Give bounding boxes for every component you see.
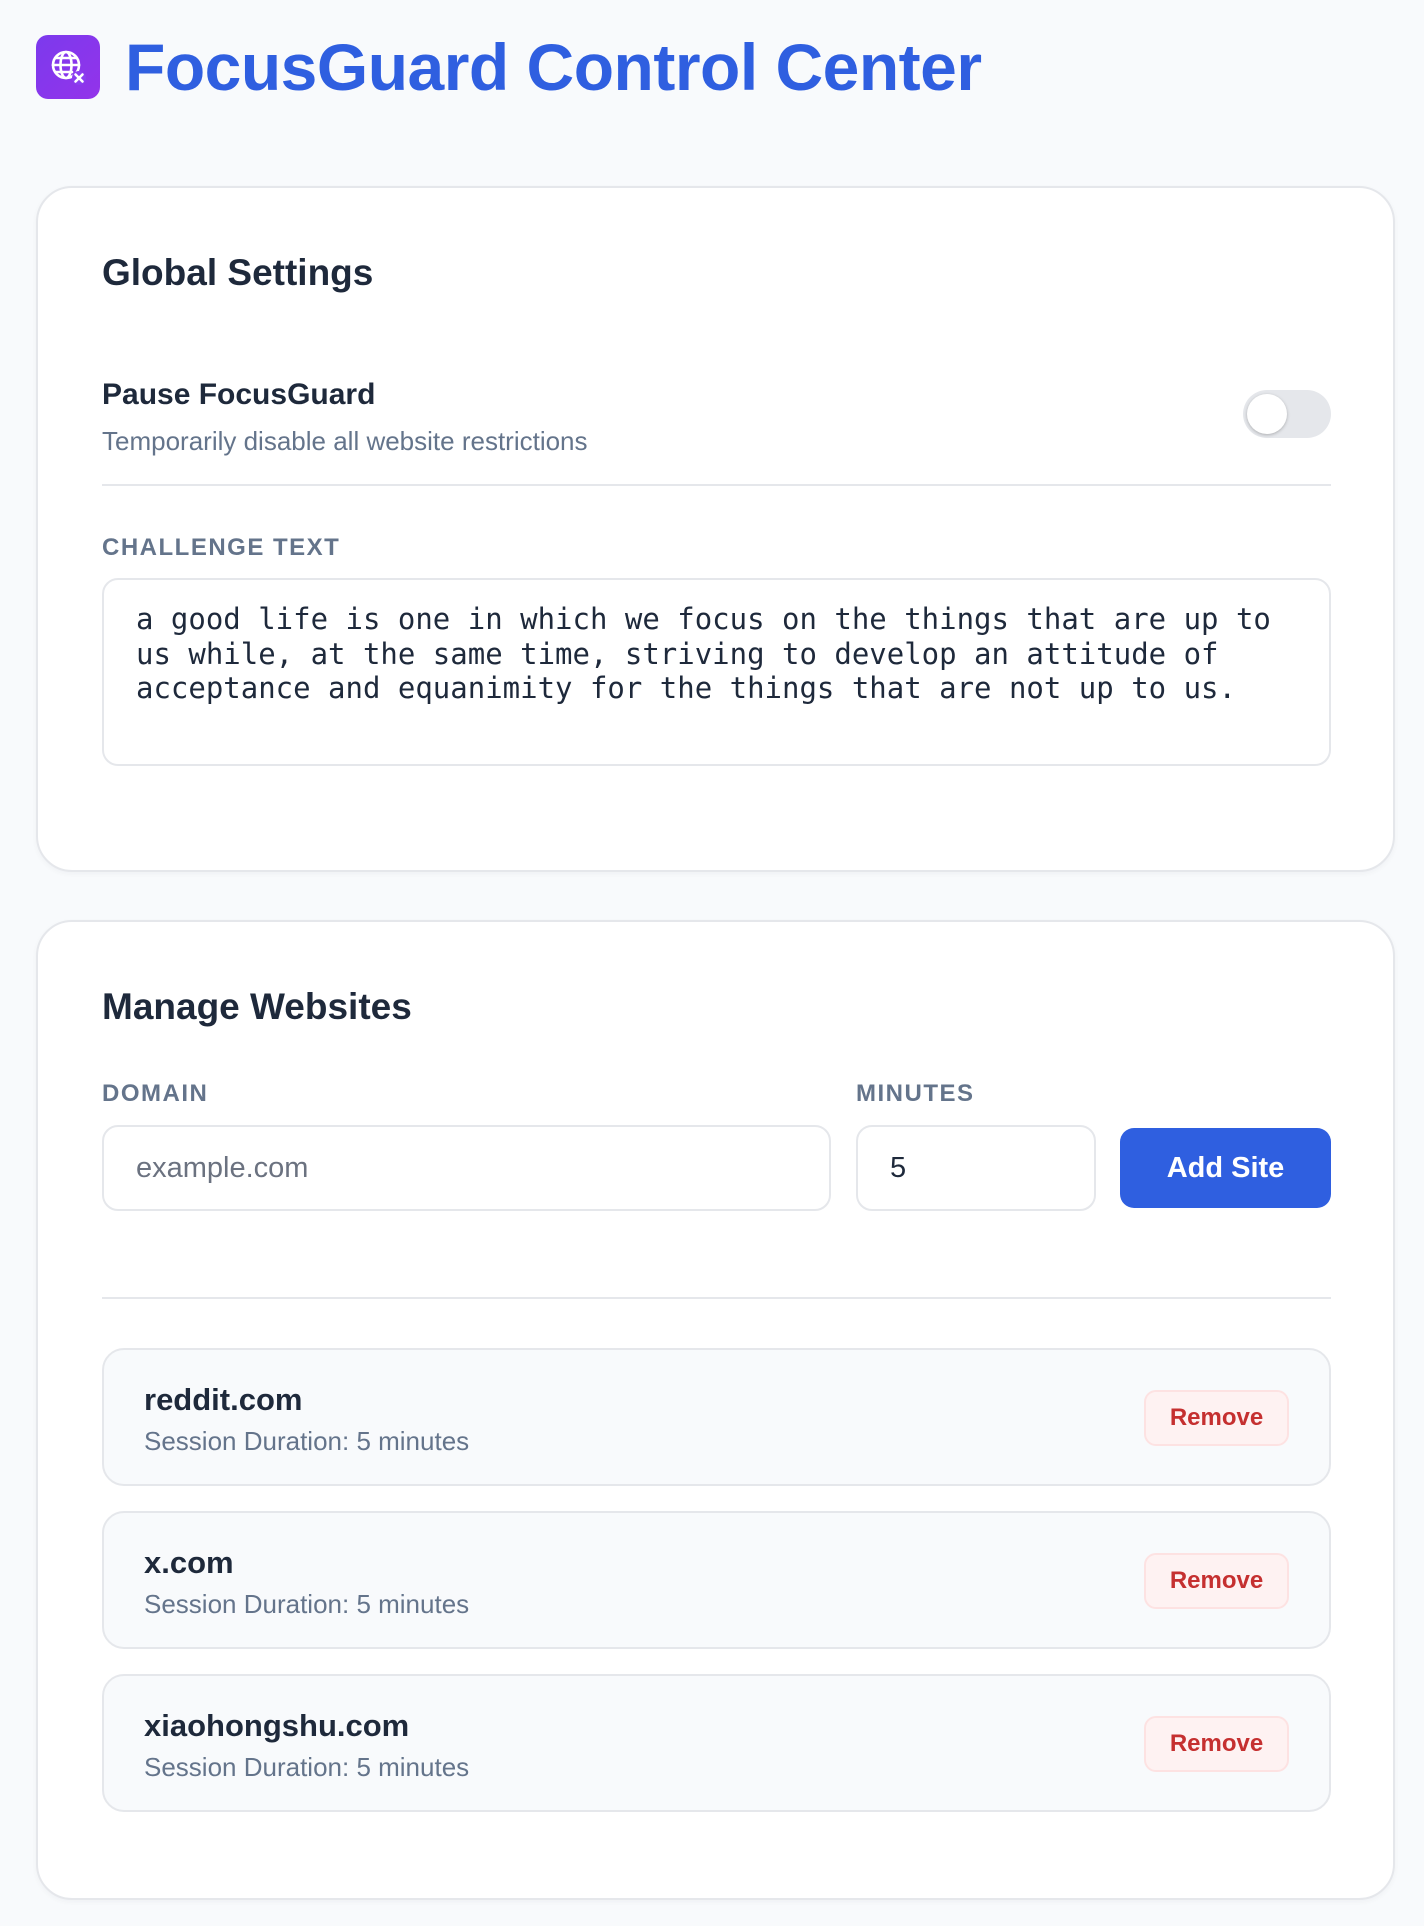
pause-toggle[interactable]: [1243, 390, 1331, 438]
global-settings-card: Global Settings Pause FocusGuard Tempora…: [36, 186, 1395, 872]
app-header: FocusGuard Control Center: [36, 0, 1388, 134]
remove-site-button[interactable]: Remove: [1144, 1716, 1289, 1772]
manage-websites-title: Manage Websites: [102, 986, 412, 1027]
settings-divider: [102, 484, 1331, 486]
site-duration: Session Duration: 5 minutes: [144, 1589, 470, 1619]
site-domain: xiaohongshu.com: [144, 1708, 410, 1743]
site-item: x.com Session Duration: 5 minutes Remove: [102, 1511, 1331, 1649]
domain-label: DOMAIN: [102, 1080, 209, 1107]
globe-block-icon: [36, 35, 100, 99]
manage-websites-card: Manage Websites DOMAIN MINUTES Add Site …: [36, 920, 1395, 1900]
remove-site-button[interactable]: Remove: [1144, 1390, 1289, 1446]
site-domain: reddit.com: [144, 1382, 303, 1417]
toggle-knob: [1247, 394, 1287, 434]
app-title: FocusGuard Control Center: [125, 30, 982, 104]
page: FocusGuard Control Center Global Setting…: [0, 0, 1424, 1926]
site-duration: Session Duration: 5 minutes: [144, 1752, 470, 1782]
site-duration: Session Duration: 5 minutes: [144, 1426, 470, 1456]
websites-divider: [102, 1297, 1331, 1299]
add-site-button[interactable]: Add Site: [1120, 1128, 1331, 1208]
minutes-label: MINUTES: [856, 1080, 975, 1107]
site-item: xiaohongshu.com Session Duration: 5 minu…: [102, 1674, 1331, 1812]
domain-input[interactable]: [102, 1125, 831, 1211]
pause-setting-row: Pause FocusGuard Temporarily disable all…: [102, 378, 1331, 457]
remove-site-button[interactable]: Remove: [1144, 1553, 1289, 1609]
minutes-input[interactable]: [856, 1125, 1096, 1211]
challenge-textarea[interactable]: a good life is one in which we focus on …: [102, 578, 1331, 766]
challenge-text-label: CHALLENGE TEXT: [102, 534, 341, 561]
site-domain: x.com: [144, 1545, 234, 1580]
site-list: reddit.com Session Duration: 5 minutes R…: [102, 1348, 1331, 1837]
global-settings-title: Global Settings: [102, 252, 374, 293]
site-item: reddit.com Session Duration: 5 minutes R…: [102, 1348, 1331, 1486]
pause-description: Temporarily disable all website restrict…: [102, 426, 588, 456]
pause-label: Pause FocusGuard: [102, 378, 376, 411]
